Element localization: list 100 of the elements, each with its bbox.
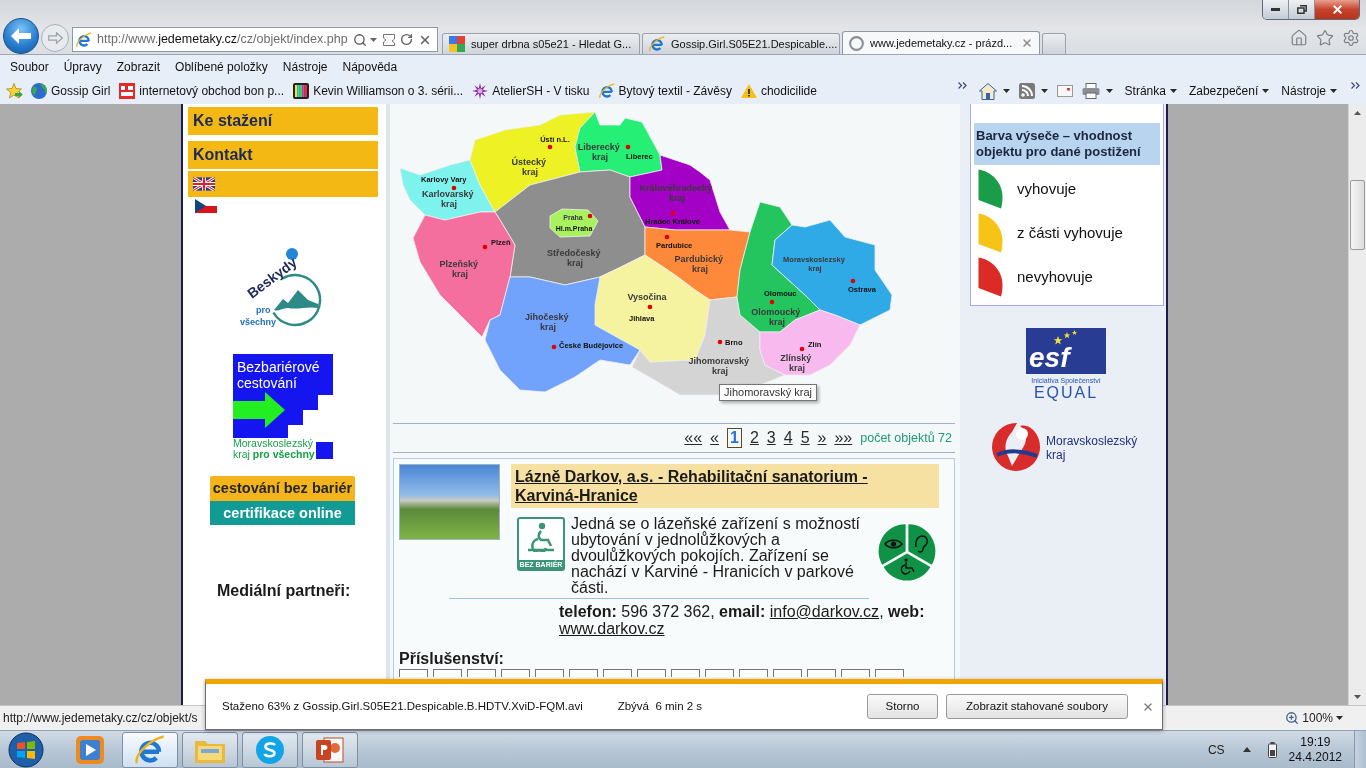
toolbar-menu[interactable]: Stránka (1124, 83, 1177, 99)
amenity-icon (467, 669, 496, 677)
favorite-link[interactable]: AtelierSH - V tisku (472, 83, 590, 99)
toolbar-button[interactable] (1056, 85, 1073, 97)
logo-wordmark: kraj (1046, 447, 1066, 462)
envelope-icon (1056, 85, 1073, 97)
clock[interactable]: 19:19 24.4.2012 (1288, 734, 1342, 765)
e-logo-icon (76, 31, 92, 48)
taskbar-button[interactable] (302, 731, 358, 768)
browser-tab[interactable]: www.jedemetaky.cz - prázd... (842, 31, 1040, 54)
legend-label: nevyhovuje (1017, 266, 1093, 287)
uk-flag-icon[interactable] (193, 177, 215, 191)
contact-link[interactable]: www.darkov.cz (559, 620, 665, 637)
square-icon (316, 442, 333, 459)
refresh-button[interactable] (400, 33, 413, 46)
menu-item[interactable]: Oblíbené položky (175, 58, 268, 75)
page-link[interactable]: 4 (783, 429, 793, 447)
favorite-link[interactable]: chodicilide (740, 83, 817, 99)
search-icon (353, 32, 367, 47)
toolbar-button[interactable] (978, 82, 1010, 100)
city-marker-icon (647, 304, 653, 310)
amenity-icon (671, 669, 700, 677)
city-marker-icon (799, 346, 805, 352)
page-link[interactable]: 5 (800, 429, 810, 447)
city-marker-icon (769, 299, 775, 305)
settings-button[interactable] (1342, 29, 1360, 47)
language-indicator[interactable]: CS (1207, 740, 1225, 759)
logo-wordmark: EQUAL (1033, 385, 1099, 401)
city-marker-icon (625, 144, 631, 150)
map-region[interactable] (549, 208, 599, 238)
caret-icon (370, 37, 377, 42)
toolbar-menu[interactable]: Nástroje (1281, 83, 1337, 99)
logo-tagline: pro (256, 305, 271, 315)
menu-item[interactable]: Nástroje (282, 58, 328, 75)
sidebar-menu-item[interactable]: Kontakt (188, 141, 378, 169)
e-logo-icon (598, 83, 615, 99)
close-button[interactable] (1315, 0, 1359, 19)
minimize-button[interactable] (1263, 0, 1289, 19)
cancel-button[interactable]: Storno (867, 694, 938, 719)
view-downloads-button[interactable]: Zobrazit stahované soubory (946, 694, 1128, 719)
favorite-link[interactable]: Kevin Williamson o 3. sérii... (293, 83, 464, 99)
taskbar-button[interactable] (122, 731, 178, 768)
page-link[interactable]: 2 (749, 429, 759, 447)
logo-tagline: všechny (240, 317, 277, 327)
toolbar-menu[interactable]: Zabezpečení (1188, 83, 1270, 99)
battery-icon[interactable] (1267, 741, 1277, 758)
browser-tab[interactable]: super drbna s05e21 - Hledat G... (442, 33, 640, 54)
partners-heading: Mediální partneři: (217, 582, 351, 600)
double-chevron-icon[interactable] (1351, 81, 1360, 89)
back-button[interactable] (3, 18, 39, 54)
page-link[interactable]: «« (684, 429, 703, 447)
favorite-link[interactable]: Bytový textil - Závěsy (598, 83, 732, 99)
home-icon (1290, 29, 1308, 47)
caret-icon (1002, 89, 1010, 93)
minimize-icon (1271, 8, 1280, 11)
home-button[interactable] (1290, 29, 1308, 47)
taskbar-button[interactable] (242, 731, 298, 768)
close-icon[interactable] (1021, 37, 1033, 49)
page-link[interactable]: 3 (766, 429, 776, 447)
contact-link[interactable]: info@darkov.cz (769, 603, 880, 620)
page-link[interactable]: « (710, 429, 719, 447)
contact-info: telefon: 596 372 362, email: info@darkov.cz, web: www.darkov.cz (559, 603, 926, 637)
taskbar-button[interactable] (182, 731, 238, 768)
menu-item[interactable]: Zobrazit (116, 58, 161, 75)
torn-page-icon[interactable] (383, 33, 395, 46)
status-url: http://www.jedemetaky.cz/cz/objekt/s (3, 710, 198, 727)
amenity-icon (603, 669, 632, 677)
favorites-button[interactable] (1316, 29, 1334, 47)
amenities-heading: Příslušenství: (399, 651, 504, 667)
search-button[interactable] (353, 32, 377, 47)
region-label: Jihomoravský kraj (688, 356, 749, 377)
refresh-icon (400, 33, 413, 46)
browser-tab[interactable]: Gossip.Girl.S05E21.Despicable.... (642, 33, 840, 54)
listing-title-link[interactable]: Lázně Darkov, a.s. - Rehabilitační sanatorium - Karviná-Hranice (515, 467, 935, 505)
caret-icon (1354, 694, 1361, 699)
page-link[interactable]: »» (834, 429, 853, 447)
favorite-link[interactable]: internetový obchod bon p... (119, 83, 285, 99)
star-arrow-icon[interactable] (6, 83, 23, 99)
menu-item[interactable]: Nápověda (342, 58, 398, 75)
favorite-link[interactable]: Gossip Girl (31, 83, 111, 99)
city-marker-icon (451, 185, 457, 191)
zoom-level-button[interactable]: 100% (1285, 709, 1343, 727)
page-link[interactable]: » (817, 429, 827, 447)
toolbar-button[interactable] (1081, 83, 1113, 99)
menu-item[interactable]: Soubor (10, 58, 49, 75)
page-link[interactable]: 1 (727, 428, 742, 448)
czech-flag-icon[interactable] (195, 199, 217, 213)
scrollbar-thumb[interactable] (1350, 180, 1365, 250)
chat-logo-icon (256, 735, 284, 764)
flag-orb-icon (8, 731, 44, 768)
amenity-icon (399, 669, 428, 677)
toolbar-button[interactable] (1018, 83, 1048, 99)
tray-arrow-button[interactable] (1242, 747, 1251, 752)
restore-button[interactable] (1289, 0, 1315, 19)
address-field[interactable]: http://www.jedemetaky.cz/cz/objekt/index.php (97, 30, 348, 49)
sidebar-menu-item[interactable]: Ke stažení (188, 107, 378, 135)
menu-item[interactable]: Úpravy (63, 58, 102, 75)
double-chevron-icon[interactable] (957, 81, 967, 89)
caret-icon (1330, 89, 1337, 93)
loading-ring-icon (849, 35, 864, 51)
